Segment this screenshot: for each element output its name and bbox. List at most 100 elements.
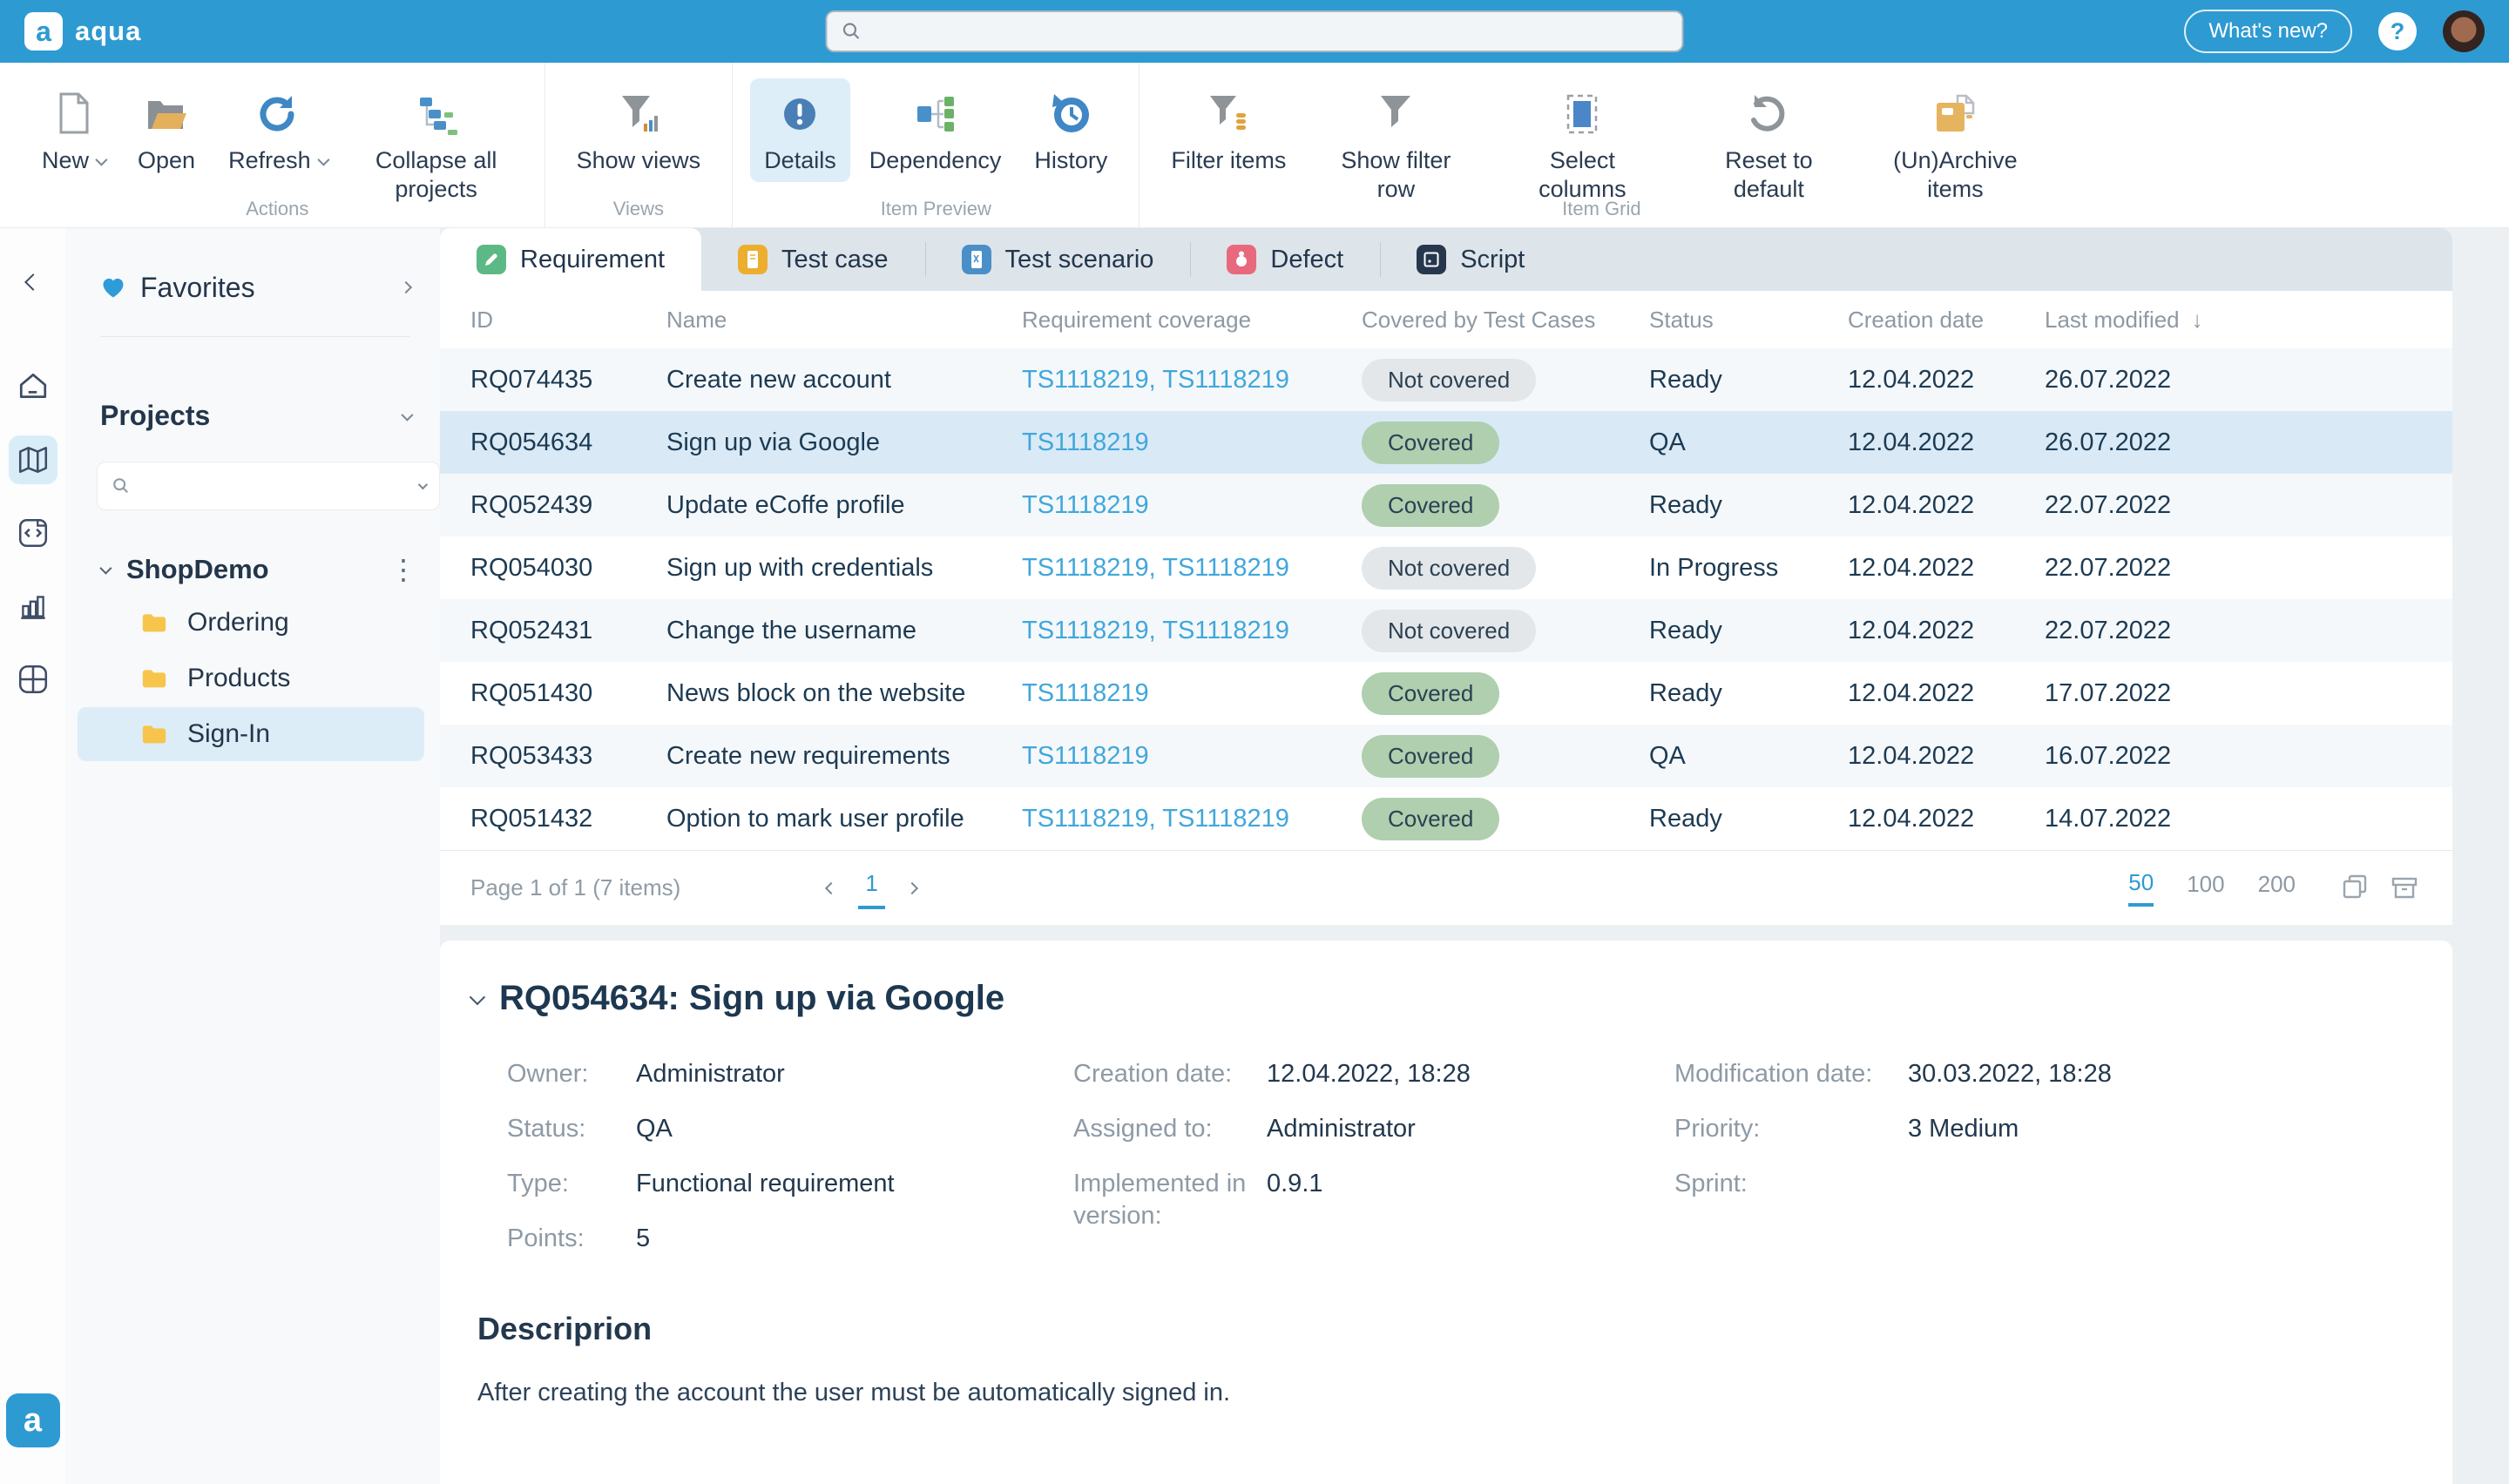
reset-to-default-button[interactable]: Reset to default xyxy=(1678,78,1859,211)
requirement-icon xyxy=(477,245,506,274)
favorites-label: Favorites xyxy=(140,272,388,304)
folder-ordering[interactable]: Ordering xyxy=(78,596,424,650)
reset-icon xyxy=(1745,87,1792,138)
chevron-down-icon[interactable] xyxy=(401,408,413,421)
dashboard-grid-icon[interactable] xyxy=(9,655,57,704)
unarchive-items-button[interactable]: (Un)Archive items xyxy=(1864,78,2046,211)
tab-script[interactable]: Script xyxy=(1380,228,1561,291)
row-created: 12.04.2022 xyxy=(1848,617,2045,645)
page-size-200[interactable]: 200 xyxy=(2258,871,2296,905)
tab-test-scenario[interactable]: Test scenario xyxy=(925,228,1191,291)
help-button[interactable]: ? xyxy=(2378,12,2417,51)
bar-chart-icon[interactable] xyxy=(9,582,57,631)
tab-defect[interactable]: Defect xyxy=(1190,228,1380,291)
open-button[interactable]: Open xyxy=(124,78,209,182)
favorites-item[interactable]: Favorites xyxy=(65,263,440,312)
home-icon[interactable] xyxy=(9,362,57,411)
search-icon xyxy=(112,476,131,496)
projects-section-header[interactable]: Projects xyxy=(65,400,440,432)
prev-page-icon[interactable] xyxy=(825,881,837,894)
global-search[interactable] xyxy=(826,10,1684,52)
table-row[interactable]: RQ053433 Create new requirements TS11182… xyxy=(440,725,2452,787)
col-header-covered[interactable]: Covered by Test Cases xyxy=(1362,307,1649,334)
coverage-link[interactable]: TS1118219, TS1118219 xyxy=(1022,617,1289,644)
pagination-summary: Page 1 of 1 (7 items) xyxy=(470,874,680,901)
field-label: Owner: xyxy=(507,1058,636,1090)
folder-icon xyxy=(140,722,168,746)
details-icon xyxy=(776,87,823,138)
coverage-link[interactable]: TS1118219, TS1118219 xyxy=(1022,554,1289,582)
project-search-input[interactable] xyxy=(139,474,409,498)
tab-test-case[interactable]: Test case xyxy=(701,228,925,291)
details-button[interactable]: Details xyxy=(750,78,850,182)
ribbon-toolbar: New Open Refresh xyxy=(0,63,2509,228)
project-search[interactable] xyxy=(97,462,440,510)
table-row[interactable]: RQ052431 Change the username TS1118219, … xyxy=(440,599,2452,662)
col-header-status[interactable]: Status xyxy=(1649,307,1848,334)
table-row[interactable]: RQ051432 Option to mark user profile TS1… xyxy=(440,787,2452,850)
row-id: RQ052431 xyxy=(470,617,666,645)
chevron-down-icon xyxy=(95,153,107,165)
code-box-icon[interactable] xyxy=(9,509,57,557)
archive-box-icon[interactable] xyxy=(2390,874,2419,903)
chevron-down-icon[interactable] xyxy=(99,563,112,575)
coverage-link[interactable]: TS1118219, TS1118219 xyxy=(1022,805,1289,833)
copy-icon[interactable] xyxy=(2341,874,2370,903)
collapse-all-projects-button[interactable]: Collapse all projects xyxy=(346,78,527,211)
folder-label: Ordering xyxy=(187,608,289,637)
dependency-button[interactable]: Dependency xyxy=(855,78,1016,182)
history-button[interactable]: History xyxy=(1020,78,1121,182)
col-header-id[interactable]: ID xyxy=(470,307,666,334)
whats-new-button[interactable]: What's new? xyxy=(2184,10,2352,53)
item-type-tabs: Requirement Test case Test scenario xyxy=(440,228,2452,291)
chevron-right-icon[interactable] xyxy=(400,281,412,293)
table-row-selected[interactable]: RQ054634 Sign up via Google TS1118219 Co… xyxy=(440,411,2452,474)
refresh-button[interactable]: Refresh xyxy=(214,78,341,182)
aqua-logo-bottom: a xyxy=(6,1393,60,1447)
global-search-input[interactable] xyxy=(873,18,1668,45)
table-row[interactable]: RQ054030 Sign up with credentials TS1118… xyxy=(440,536,2452,599)
description-heading: Descriprion xyxy=(477,1311,2418,1347)
table-row[interactable]: RQ052439 Update eCoffe profile TS1118219… xyxy=(440,474,2452,536)
col-header-name[interactable]: Name xyxy=(666,307,1022,334)
row-name: Option to mark user profile xyxy=(666,805,1022,833)
map-icon[interactable] xyxy=(9,435,57,484)
next-page-icon[interactable] xyxy=(906,881,918,894)
coverage-link[interactable]: TS1118219 xyxy=(1022,491,1149,519)
covered-badge: Not covered xyxy=(1362,547,1536,590)
user-avatar[interactable] xyxy=(2443,10,2485,52)
row-modified: 22.07.2022 xyxy=(2045,617,2452,645)
select-columns-button[interactable]: Select columns xyxy=(1491,78,1673,211)
folder-sign-in[interactable]: Sign-In xyxy=(78,707,424,761)
col-header-modified[interactable]: Last modified ↓ xyxy=(2045,307,2452,334)
col-header-created[interactable]: Creation date xyxy=(1848,307,2045,334)
show-views-icon xyxy=(615,87,662,138)
collapse-projects-icon xyxy=(413,87,460,138)
field-label: Status: xyxy=(507,1113,636,1145)
table-row[interactable]: RQ051430 News block on the website TS111… xyxy=(440,662,2452,725)
page-size-50[interactable]: 50 xyxy=(2128,869,2154,907)
show-filter-row-button[interactable]: Show filter row xyxy=(1305,78,1486,211)
folder-products[interactable]: Products xyxy=(78,651,424,705)
collapse-sidebar-button[interactable] xyxy=(9,258,57,307)
chevron-down-icon[interactable] xyxy=(418,480,428,489)
row-created: 12.04.2022 xyxy=(1848,554,2045,583)
coverage-link[interactable]: TS1118219, TS1118219 xyxy=(1022,366,1289,394)
coverage-link[interactable]: TS1118219 xyxy=(1022,679,1149,707)
new-button[interactable]: New xyxy=(28,78,118,182)
group-label-item-preview: Item Preview xyxy=(733,198,1139,220)
tab-requirement[interactable]: Requirement xyxy=(440,228,701,291)
filter-items-button[interactable]: Filter items xyxy=(1157,78,1300,182)
sort-desc-icon[interactable]: ↓ xyxy=(2192,307,2203,334)
field-value xyxy=(1908,1168,2112,1200)
kebab-menu-icon[interactable]: ⋮ xyxy=(389,556,417,583)
tree-project-shopdemo[interactable]: ShopDemo ⋮ xyxy=(65,545,440,594)
coverage-link[interactable]: TS1118219 xyxy=(1022,742,1149,770)
collapse-details-icon[interactable] xyxy=(470,989,485,1005)
page-number[interactable]: 1 xyxy=(858,867,884,909)
col-header-coverage[interactable]: Requirement coverage xyxy=(1022,307,1362,334)
show-views-button[interactable]: Show views xyxy=(563,78,715,182)
coverage-link[interactable]: TS1118219 xyxy=(1022,428,1149,456)
table-row[interactable]: RQ074435 Create new account TS1118219, T… xyxy=(440,348,2452,411)
page-size-100[interactable]: 100 xyxy=(2187,871,2224,905)
